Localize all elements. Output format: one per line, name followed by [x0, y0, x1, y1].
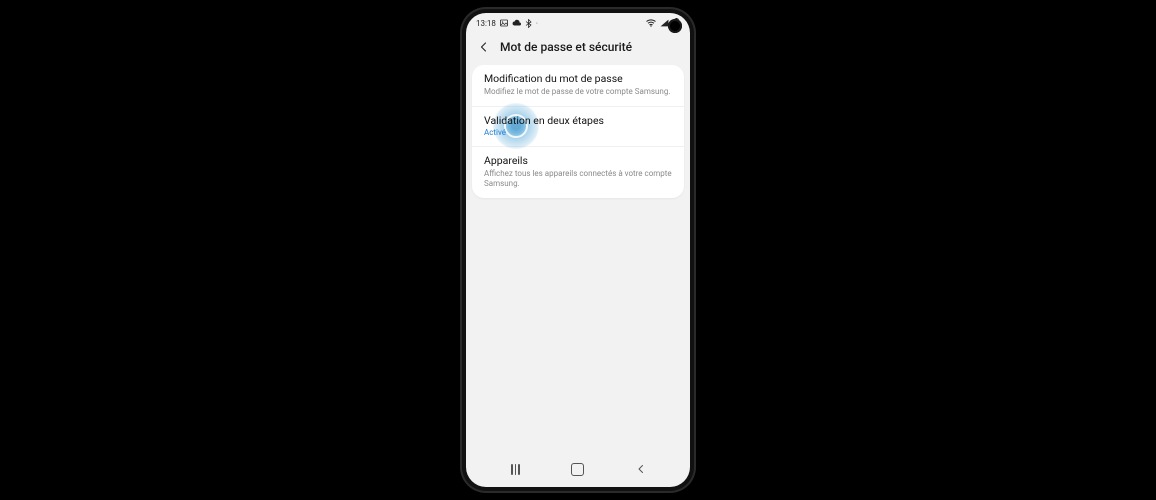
- image-icon: [500, 19, 508, 27]
- cloud-icon: [512, 19, 521, 27]
- chevron-left-icon: [478, 41, 490, 53]
- item-subtitle: Modifiez le mot de passe de votre compte…: [484, 87, 672, 97]
- status-bar: 13:18 ·: [466, 13, 690, 31]
- recents-icon: [511, 464, 520, 475]
- settings-list: Modification du mot de passe Modifiez le…: [472, 65, 684, 198]
- app-header: Mot de passe et sécurité: [466, 31, 690, 65]
- nav-back-button[interactable]: [627, 459, 655, 479]
- item-status: Activé: [484, 128, 672, 137]
- item-two-step-verification[interactable]: Validation en deux étapes Activé: [472, 107, 684, 148]
- back-button[interactable]: [476, 39, 492, 55]
- system-nav-bar: [466, 455, 690, 487]
- item-title: Validation en deux étapes: [484, 115, 672, 128]
- page-title: Mot de passe et sécurité: [500, 40, 632, 54]
- phone-frame: 13:18 ·: [462, 9, 694, 491]
- item-devices[interactable]: Appareils Affichez tous les appareils co…: [472, 147, 684, 198]
- chevron-left-icon: [635, 463, 647, 475]
- bluetooth-icon: [525, 19, 532, 28]
- screen: 13:18 ·: [466, 13, 690, 487]
- status-more: ·: [536, 19, 538, 28]
- item-subtitle: Affichez tous les appareils connectés à …: [484, 169, 672, 189]
- wifi-icon: [646, 19, 656, 27]
- item-title: Appareils: [484, 155, 672, 168]
- item-change-password[interactable]: Modification du mot de passe Modifiez le…: [472, 65, 684, 107]
- item-title: Modification du mot de passe: [484, 73, 672, 86]
- nav-recents-button[interactable]: [501, 459, 529, 479]
- home-icon: [571, 463, 584, 476]
- nav-home-button[interactable]: [564, 459, 592, 479]
- front-camera: [668, 19, 682, 33]
- status-time: 13:18: [476, 19, 496, 28]
